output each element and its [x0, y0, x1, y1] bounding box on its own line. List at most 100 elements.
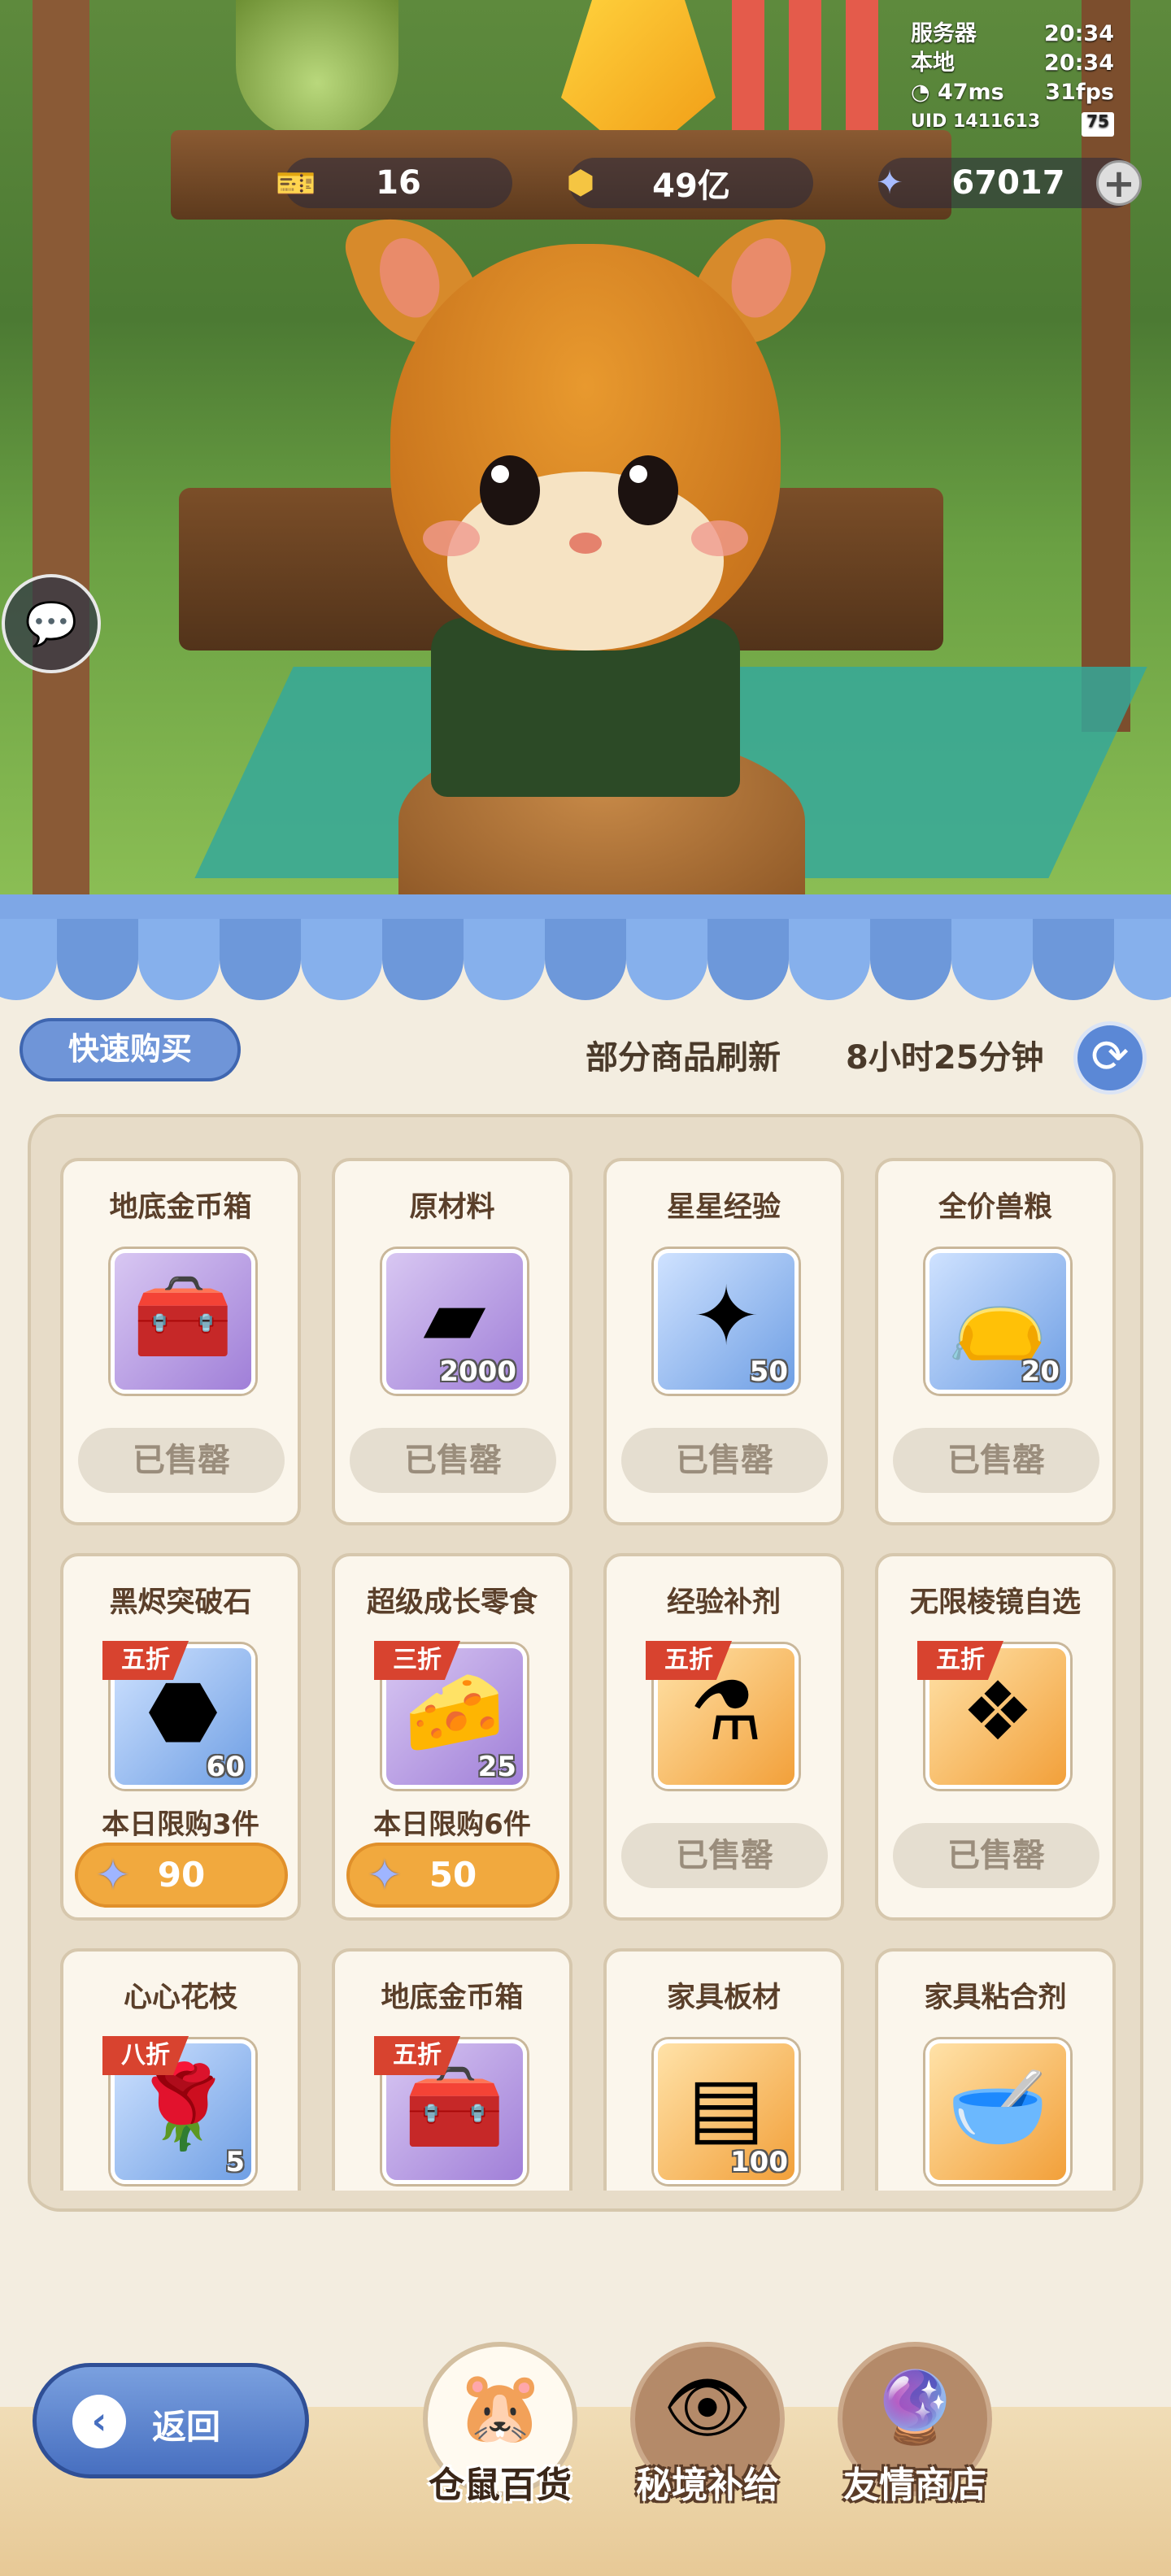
purchase-limit: 本日限购3件	[102, 1808, 259, 1841]
product-name: 原材料	[409, 1191, 495, 1224]
shop-awning	[0, 894, 1171, 1000]
sold-out-button: 已售罄	[621, 1428, 828, 1493]
product-thumbnail: ▰ 2000	[382, 1249, 527, 1394]
product-name: 超级成长零食	[366, 1586, 538, 1619]
fps-value: 31fps	[1045, 80, 1114, 105]
product-name: 全价兽粮	[938, 1191, 1052, 1224]
sold-out-button: 已售罄	[78, 1428, 285, 1493]
product-card[interactable]: 原材料 ▰ 2000 已售罄	[332, 1158, 572, 1525]
shopkeeper-scene	[0, 0, 1171, 911]
product-quantity: 2000	[439, 1355, 516, 1388]
sold-out-button: 已售罄	[893, 1823, 1099, 1888]
product-name: 家具粘合剂	[924, 1982, 1067, 2014]
product-card[interactable]: 家具粘合剂 🥣	[875, 1948, 1116, 2191]
product-card[interactable]: 家具板材 ▤ 100	[603, 1948, 844, 2191]
potion-jar-decoration	[236, 0, 398, 138]
star-value: 67017	[951, 164, 1065, 202]
refresh-button[interactable]: ⟳	[1073, 1021, 1147, 1094]
eye-emblem-icon: 👁	[663, 2367, 752, 2448]
star-card-icon: ✦	[692, 1268, 760, 1364]
product-card[interactable]: 超级成长零食 三折 🧀 25 本日限购6件 ✦ 50	[332, 1553, 572, 1921]
product-thumbnail: ▤ 100	[654, 2039, 799, 2184]
product-name: 经验补剂	[666, 1586, 781, 1619]
product-card[interactable]: 无限棱镜自选 五折 ❖ 已售罄	[875, 1553, 1116, 1921]
product-card[interactable]: 全价兽粮 👝 20 已售罄	[875, 1158, 1116, 1525]
product-name: 黑烬突破石	[109, 1586, 252, 1619]
sold-out-button: 已售罄	[621, 1823, 828, 1888]
back-arrow-icon: ‹	[72, 2395, 126, 2448]
product-quantity: 25	[477, 1751, 516, 1783]
buy-button[interactable]: ✦ 50	[346, 1843, 559, 1908]
tab-secret-supply[interactable]: 👁 秘境补给	[614, 2342, 801, 2529]
product-name: 地底金币箱	[109, 1191, 252, 1224]
crystal-ball-icon: 🔮	[871, 2367, 959, 2448]
add-stars-button[interactable]: +	[1096, 160, 1142, 206]
star-counter: ✦ 67017 +	[876, 158, 1142, 208]
product-thumbnail: 🧰	[111, 1249, 255, 1394]
uid-value: 1411613	[952, 111, 1041, 132]
chat-bubble-icon: 💬	[24, 599, 78, 649]
server-label: 服务器	[911, 21, 977, 46]
product-quantity: 20	[1021, 1355, 1060, 1388]
star-icon: ✦	[876, 164, 903, 202]
back-button[interactable]: ‹ 返回	[33, 2363, 309, 2478]
server-time: 20:34	[1044, 21, 1114, 46]
planks-icon: ▤	[687, 2059, 765, 2154]
coin-counter: ⬢ 49亿	[567, 158, 813, 208]
product-card[interactable]: 心心花枝 八折 🌹 5	[60, 1948, 301, 2191]
quick-buy-button[interactable]: 快速购买	[20, 1018, 241, 1081]
status-overlay: 服务器 20:34 本地 20:34 ◔ 47ms 31fps UID 1411613…	[911, 20, 1114, 137]
ticket-counter: 🎫 16	[276, 158, 512, 208]
buy-button[interactable]: ✦ 90	[75, 1843, 288, 1908]
uid-label: UID	[911, 111, 947, 132]
product-card[interactable]: 黑烬突破石 五折 ⬣ 60 本日限购3件 ✦ 90	[60, 1553, 301, 1921]
hamster-cheek	[691, 520, 748, 556]
chat-button[interactable]: 💬	[2, 574, 101, 673]
hamster-eye	[480, 455, 540, 525]
product-thumbnail: ✦ 50	[654, 1249, 799, 1394]
tree-trunk-left	[33, 0, 89, 911]
product-name: 家具板材	[666, 1982, 781, 2014]
product-card[interactable]: 地底金币箱 五折 🧰	[332, 1948, 572, 2191]
food-bag-icon: 👝	[947, 1268, 1049, 1364]
product-quantity: 50	[749, 1355, 788, 1388]
hamster-cheek	[423, 520, 480, 556]
tab-label: 秘境补给	[636, 2465, 779, 2506]
battery-badge: 75	[1082, 112, 1114, 137]
purchase-limit: 本日限购6件	[373, 1808, 531, 1841]
refresh-icon: ⟳	[1090, 1030, 1130, 1083]
product-quantity: 5	[225, 2146, 245, 2178]
product-card[interactable]: 星星经验 ✦ 50 已售罄	[603, 1158, 844, 1525]
hamster-shopkeeper[interactable]	[339, 197, 832, 797]
test-tubes-decoration	[732, 0, 878, 138]
product-name: 心心花枝	[123, 1982, 237, 2014]
local-time: 20:34	[1044, 50, 1114, 76]
product-quantity: 60	[206, 1751, 245, 1783]
hamster-eye	[618, 455, 678, 525]
ticket-value: 16	[376, 164, 421, 202]
product-name: 星星经验	[666, 1191, 781, 1224]
tab-hamster-store[interactable]: 🐹 仓鼠百货	[407, 2342, 594, 2529]
refresh-countdown: 8小时25分钟	[846, 1039, 1044, 1077]
chest-icon: 🧰	[132, 1268, 234, 1364]
local-label: 本地	[911, 50, 955, 76]
product-card[interactable]: 地底金币箱 🧰 已售罄	[60, 1158, 301, 1525]
wifi-icon: ◔	[911, 80, 938, 105]
product-card[interactable]: 经验补剂 五折 ⚗ 已售罄	[603, 1553, 844, 1921]
hamster-nose	[569, 533, 602, 554]
product-quantity: 100	[730, 2146, 788, 2178]
coin-value: 49亿	[652, 168, 730, 205]
ping-value: 47ms	[937, 80, 1004, 105]
ingot-icon: ▰	[423, 1268, 486, 1364]
sold-out-button: 已售罄	[350, 1428, 556, 1493]
product-thumbnail: 👝 20	[925, 1249, 1070, 1394]
product-name: 无限棱镜自选	[909, 1586, 1081, 1619]
hamster-face-icon: 🐹	[456, 2367, 544, 2448]
coin-icon: ⬢	[566, 164, 595, 202]
tab-friendship-shop[interactable]: 🔮 友情商店	[821, 2342, 1008, 2529]
uid: UID 1411613	[911, 107, 1040, 137]
price-value: 50	[429, 1855, 477, 1895]
ticket-icon: 🎫	[276, 164, 316, 202]
star-currency-icon: ✦	[368, 1852, 402, 1899]
product-thumbnail: 🥣	[925, 2039, 1070, 2184]
